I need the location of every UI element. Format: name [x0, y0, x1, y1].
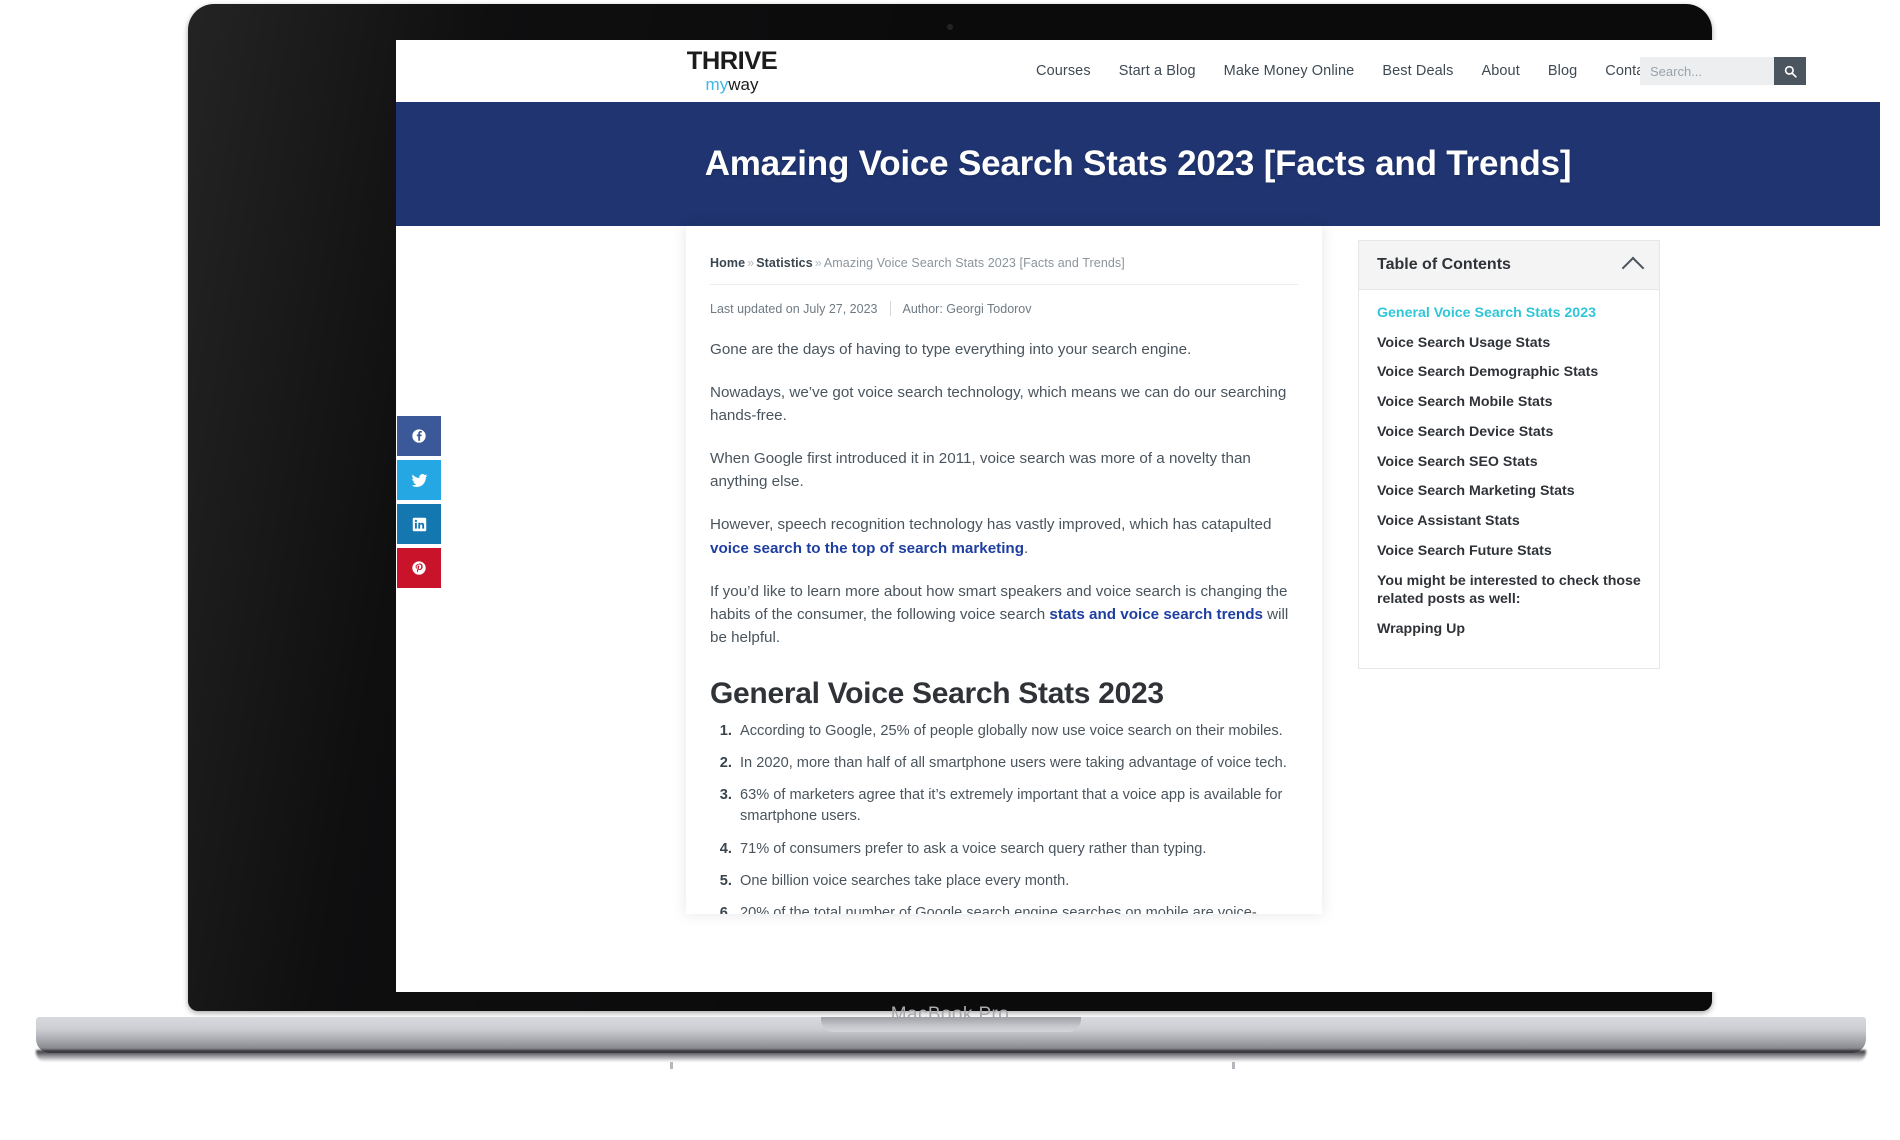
paragraph-1-text: Gone are the days of having to type ever…: [710, 341, 1192, 358]
list-item: 71% of consumers prefer to ask a voice s…: [736, 839, 1298, 860]
linkedin-icon: [412, 517, 426, 531]
toc-item-general-voice-search-stats-2023[interactable]: General Voice Search Stats 2023: [1377, 304, 1641, 323]
post-meta: Last updated on July 27, 2023 Author: Ge…: [710, 301, 1298, 316]
toc-item-voice-search-device-stats[interactable]: Voice Search Device Stats: [1377, 423, 1641, 442]
laptop-base-shadow: [36, 1050, 1866, 1062]
article-content-card: Home» Statistics» Amazing Voice Search Sta…: [686, 226, 1322, 914]
paragraph-2-text: Nowadays, we’ve got voice search technol…: [710, 384, 1287, 425]
stats-list: According to Google, 25% of people globa…: [710, 721, 1298, 914]
nav-item-blog[interactable]: Blog: [1548, 63, 1577, 79]
breadcrumb-category-link[interactable]: Statistics: [756, 256, 813, 270]
share-linkedin-button[interactable]: [397, 504, 441, 544]
nav-item-start-a-blog[interactable]: Start a Blog: [1119, 63, 1196, 79]
paragraph-2: Nowadays, we’ve got voice search technol…: [710, 381, 1298, 427]
search-form: [1640, 57, 1806, 85]
toc-header-toggle[interactable]: Table of Contents: [1359, 241, 1659, 290]
toc-item-voice-search-demographic-stats[interactable]: Voice Search Demographic Stats: [1377, 363, 1641, 382]
breadcrumb-home-link[interactable]: Home: [710, 256, 745, 270]
toc-item-voice-search-future-stats[interactable]: Voice Search Future Stats: [1377, 542, 1641, 561]
search-submit-button[interactable]: [1774, 57, 1806, 85]
laptop-feet: [0, 1062, 1900, 1076]
nav-item-about[interactable]: About: [1481, 63, 1519, 79]
site-logo[interactable]: THRIVE myway: [680, 47, 784, 94]
post-body: Gone are the days of having to type ever…: [710, 338, 1298, 914]
paragraph-4-text-tail: .: [1023, 539, 1029, 557]
logo-wordmark-top: THRIVE: [686, 47, 778, 75]
page-title-banner: Amazing Voice Search Stats 2023 [Facts a…: [396, 102, 1880, 226]
paragraph-1: Gone are the days of having to type ever…: [710, 338, 1298, 361]
site-header: THRIVE myway Courses Start a Blog Make M…: [396, 40, 1880, 103]
pinterest-icon: [412, 561, 426, 575]
paragraph-4-text-lead: However, speech recognition technology h…: [710, 516, 1272, 534]
table-of-contents: Table of Contents General Voice Search S…: [1358, 240, 1660, 669]
share-pinterest-button[interactable]: [397, 548, 441, 588]
list-item: 20% of the total number of Google search…: [736, 903, 1298, 914]
post-author: Author: Georgi Todorov: [902, 301, 1032, 316]
paragraph-3: When Google first introduced it in 2011,…: [710, 447, 1298, 493]
toc-body: General Voice Search Stats 2023 Voice Se…: [1359, 290, 1659, 668]
nav-item-courses[interactable]: Courses: [1036, 63, 1091, 79]
meta-divider: [889, 301, 891, 316]
social-share-rail: [397, 416, 441, 592]
list-item: In 2020, more than half of all smartphon…: [736, 753, 1298, 774]
page-title: Amazing Voice Search Stats 2023 [Facts a…: [704, 144, 1572, 183]
laptop-base: [36, 1017, 1866, 1053]
breadcrumb-separator-2: »: [814, 256, 822, 270]
breadcrumb-current: Amazing Voice Search Stats 2023 [Facts a…: [823, 256, 1125, 270]
section-heading-general-voice-search-stats: General Voice Search Stats 2023: [710, 676, 1164, 710]
logo-wordmark-bottom: myway: [680, 76, 784, 93]
page-body: Home» Statistics» Amazing Voice Search Sta…: [396, 226, 1880, 992]
search-icon: [1784, 65, 1797, 78]
twitter-icon: [411, 473, 427, 487]
toc-item-wrapping-up[interactable]: Wrapping Up: [1377, 620, 1641, 639]
laptop-lid: THRIVE myway Courses Start a Blog Make M…: [188, 4, 1880, 1025]
toc-item-voice-search-marketing-stats[interactable]: Voice Search Marketing Stats: [1377, 482, 1641, 501]
webcam-icon: [947, 24, 953, 30]
laptop-foot-right: [1232, 1062, 1235, 1069]
toc-item-voice-search-seo-stats[interactable]: Voice Search SEO Stats: [1377, 453, 1641, 472]
paragraph-3-text: When Google first introduced it in 2011,…: [710, 450, 1251, 491]
toc-item-related-posts[interactable]: You might be interested to check those r…: [1377, 572, 1641, 609]
main-navigation: Courses Start a Blog Make Money Online B…: [1036, 40, 1678, 102]
list-item: 63% of marketers agree that it’s extreme…: [736, 785, 1298, 827]
share-twitter-button[interactable]: [397, 460, 441, 500]
share-facebook-button[interactable]: [397, 416, 441, 456]
logo-way-text: way: [728, 75, 759, 94]
post-updated-date: Last updated on July 27, 2023: [710, 301, 878, 316]
toc-item-voice-search-usage-stats[interactable]: Voice Search Usage Stats: [1377, 334, 1641, 353]
search-input[interactable]: [1640, 57, 1774, 85]
toc-item-voice-assistant-stats[interactable]: Voice Assistant Stats: [1377, 512, 1641, 531]
toc-title: Table of Contents: [1377, 256, 1511, 273]
stats-and-trends-link[interactable]: stats and voice search trends: [1049, 606, 1263, 623]
laptop-foot-left: [670, 1062, 673, 1069]
breadcrumb: Home» Statistics» Amazing Voice Search Sta…: [710, 256, 1298, 285]
logo-my-text: my: [705, 75, 729, 94]
list-item: One billion voice searches take place ev…: [736, 871, 1298, 892]
paragraph-5: If you’d like to learn more about how sm…: [710, 580, 1298, 649]
laptop-base-notch: [821, 1017, 1081, 1032]
voice-search-marketing-link[interactable]: voice search to the top of search market…: [710, 540, 1024, 557]
chevron-up-icon[interactable]: [1621, 256, 1645, 279]
nav-item-best-deals[interactable]: Best Deals: [1382, 63, 1453, 79]
facebook-icon: [412, 429, 426, 443]
toc-item-voice-search-mobile-stats[interactable]: Voice Search Mobile Stats: [1377, 393, 1641, 412]
nav-item-make-money-online[interactable]: Make Money Online: [1224, 63, 1355, 79]
laptop-screen: THRIVE myway Courses Start a Blog Make M…: [396, 40, 1880, 992]
screenshot-stage: THRIVE myway Courses Start a Blog Make M…: [0, 0, 1900, 1140]
paragraph-4: However, speech recognition technology h…: [710, 513, 1298, 559]
list-item: According to Google, 25% of people globa…: [736, 721, 1298, 742]
breadcrumb-separator-1: »: [747, 256, 755, 270]
